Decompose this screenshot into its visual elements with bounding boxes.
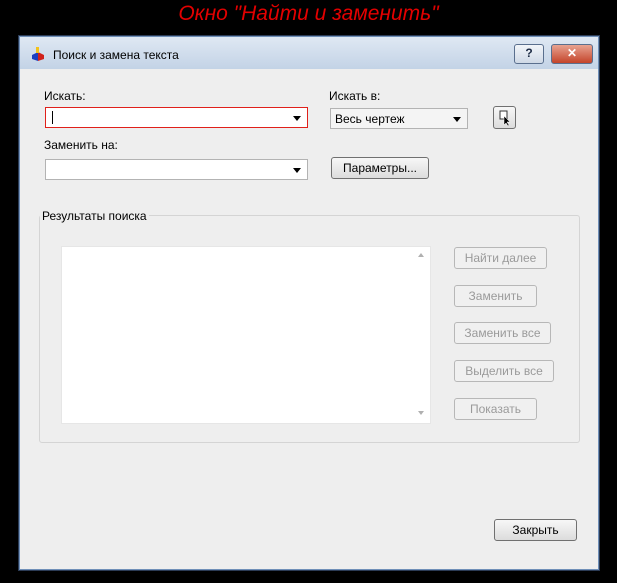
chevron-down-icon[interactable] [453, 117, 461, 122]
replace-input[interactable] [45, 159, 308, 180]
params-button[interactable]: Параметры... [331, 157, 429, 179]
find-next-button[interactable]: Найти далее [454, 247, 547, 269]
replace-label: Заменить на: [44, 138, 118, 152]
scope-value: Весь чертеж [335, 112, 405, 126]
select-objects-button[interactable] [493, 106, 516, 129]
scope-select[interactable]: Весь чертеж [330, 108, 468, 129]
help-button[interactable]: ? [514, 44, 544, 64]
scroll-up-icon[interactable] [418, 253, 424, 257]
zoom-to-button[interactable]: Показать [454, 398, 537, 420]
replace-all-button[interactable]: Заменить все [454, 322, 551, 344]
window-title: Поиск и замена текста [53, 48, 179, 62]
caption-banner: Окно "Найти и заменить" [178, 2, 439, 25]
chevron-down-icon[interactable] [293, 168, 301, 173]
scope-label: Искать в: [329, 89, 381, 103]
select-objects-icon [499, 110, 511, 127]
scroll-down-icon[interactable] [418, 411, 424, 415]
find-label: Искать: [44, 89, 86, 103]
title-bar: Поиск и замена текста ? ✕ [20, 37, 598, 69]
replace-button[interactable]: Заменить [454, 285, 537, 307]
app-icon [32, 47, 44, 61]
results-list[interactable] [61, 246, 431, 424]
find-replace-dialog: Поиск и замена текста ? ✕ Искать: Замени… [19, 36, 599, 570]
find-input[interactable] [45, 107, 308, 128]
select-all-button[interactable]: Выделить все [454, 360, 554, 382]
results-group-title: Результаты поиска [40, 209, 149, 223]
close-button[interactable]: Закрыть [494, 519, 577, 541]
chevron-down-icon[interactable] [293, 116, 301, 121]
close-window-button[interactable]: ✕ [551, 44, 593, 64]
text-cursor [52, 111, 53, 124]
